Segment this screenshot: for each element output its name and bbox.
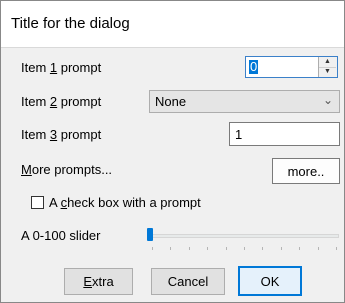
slider-tick xyxy=(299,247,301,250)
more-prompts-label: More prompts... xyxy=(21,162,112,177)
ok-button[interactable]: OK xyxy=(238,266,302,296)
slider-tick xyxy=(317,247,319,250)
item1-spinbox[interactable]: 0 ▲ ▼ xyxy=(245,56,338,78)
slider-tick xyxy=(336,247,337,250)
checkbox-label-post: heck box with a prompt xyxy=(67,195,201,210)
slider-tick xyxy=(262,247,264,250)
slider-tick xyxy=(207,247,209,250)
item3-label: Item 3 prompt xyxy=(21,127,101,142)
item1-label-pre: Item xyxy=(21,60,50,75)
chevron-down-icon[interactable]: ⌄ xyxy=(323,93,333,107)
slider-tick xyxy=(225,247,227,250)
dialog-body: Item 1 prompt 0 ▲ ▼ Item 2 prompt None ⌄… xyxy=(1,48,344,302)
extra-label-mnemonic: E xyxy=(83,274,92,289)
slider-track[interactable] xyxy=(149,234,339,238)
item2-label-pre: Item xyxy=(21,94,50,109)
dialog-window: Title for the dialog Item 1 prompt 0 ▲ ▼… xyxy=(0,0,345,303)
checkbox-label[interactable]: A check box with a prompt xyxy=(49,195,201,210)
item1-spin-value[interactable]: 0 xyxy=(249,60,259,74)
slider-tick xyxy=(152,247,153,250)
slider-thumb[interactable] xyxy=(147,228,153,241)
item2-label-post: prompt xyxy=(57,94,102,109)
item2-selected-value: None xyxy=(155,94,187,109)
cancel-button[interactable]: Cancel xyxy=(151,268,225,295)
more-label-mnemonic: M xyxy=(21,162,32,177)
slider-tick xyxy=(244,247,245,250)
item2-combobox[interactable]: None ⌄ xyxy=(149,90,340,113)
item3-label-post: prompt xyxy=(57,127,102,142)
item3-label-pre: Item xyxy=(21,127,50,142)
more-label-post: ore prompts... xyxy=(31,162,113,177)
checkbox-label-pre: A xyxy=(49,195,61,210)
slider-label: A 0-100 slider xyxy=(21,228,101,243)
title-bar[interactable]: Title for the dialog xyxy=(1,1,344,48)
extra-label-post: xtra xyxy=(92,274,114,289)
slider-tick xyxy=(188,247,190,250)
item1-label: Item 1 prompt xyxy=(21,60,101,75)
slider-tick xyxy=(170,247,172,250)
dialog-title: Title for the dialog xyxy=(11,15,130,32)
item3-text-field[interactable] xyxy=(229,122,340,146)
spin-buttons: ▲ ▼ xyxy=(318,57,337,77)
more-button[interactable]: more.. xyxy=(272,158,340,184)
extra-button[interactable]: Extra xyxy=(64,268,133,295)
slider-tick xyxy=(280,247,282,250)
item1-label-post: prompt xyxy=(57,60,102,75)
spin-down-icon[interactable]: ▼ xyxy=(319,67,336,77)
item2-label: Item 2 prompt xyxy=(21,94,101,109)
prompt-checkbox[interactable] xyxy=(31,196,44,209)
